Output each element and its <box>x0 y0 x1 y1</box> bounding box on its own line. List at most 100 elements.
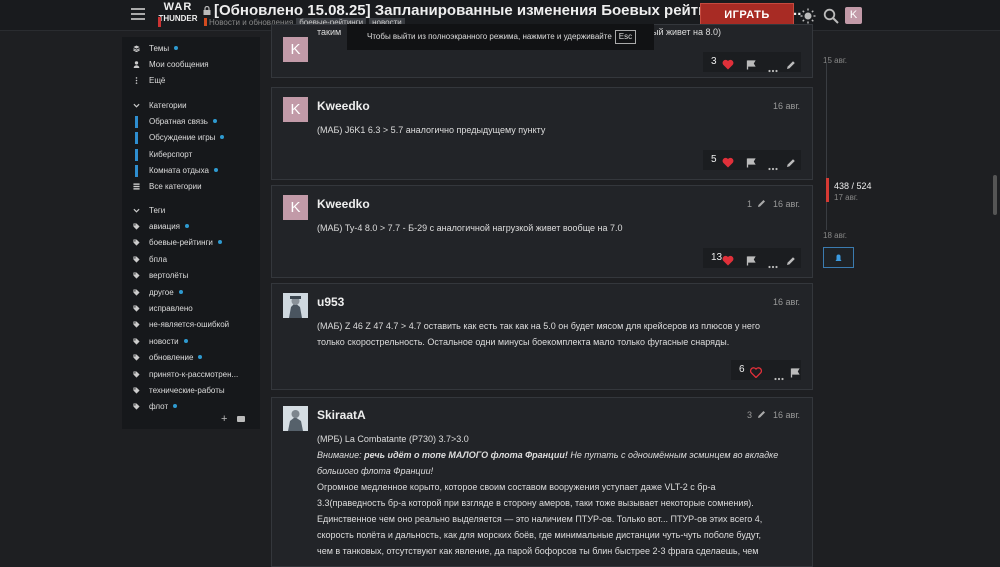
sidebar-item-category[interactable]: Обратная связь <box>122 115 260 129</box>
sidebar-item-category[interactable]: Обсуждение игры <box>122 131 260 145</box>
post-text-line: чем в танковых, отсутствуют как явление,… <box>317 546 759 556</box>
tag-icon <box>133 256 140 263</box>
post-username[interactable]: Kweedko <box>317 197 370 211</box>
post-actions: 13 <box>703 248 804 269</box>
sidebar-item-tag[interactable]: бпла <box>122 253 260 267</box>
edit-history[interactable]: 1 <box>747 199 766 209</box>
sidebar-item-category[interactable]: Комната отдыха <box>122 164 260 178</box>
sidebar-item-label: Обратная связь <box>149 115 217 129</box>
sidebar: Темы Мои сообщения Ещё Категории Обратна… <box>122 37 260 429</box>
sidebar-item-my-posts[interactable]: Мои сообщения <box>122 58 260 72</box>
more-button[interactable] <box>762 248 784 269</box>
sidebar-item-label: обновление <box>149 351 203 365</box>
sidebar-item-tag[interactable]: не-является-ошибкой <box>122 318 260 332</box>
avatar-photo-icon <box>283 293 308 318</box>
add-section-button[interactable]: + <box>221 413 227 425</box>
more-button[interactable] <box>768 360 790 381</box>
sidebar-item-tag[interactable]: авиация <box>122 220 260 234</box>
timeline-handle[interactable] <box>826 178 829 202</box>
flag-icon <box>746 256 756 266</box>
sidebar-item-tag[interactable]: исправлено <box>122 302 260 316</box>
sidebar-item-label: Все категории <box>149 182 202 191</box>
category-color-bar <box>135 149 138 161</box>
like-count: 5 <box>711 154 717 165</box>
scrollbar-thumb[interactable] <box>993 175 997 215</box>
flag-button[interactable] <box>740 248 762 268</box>
new-dot <box>214 168 218 172</box>
sidebar-item-all-categories[interactable]: Все категории <box>122 180 260 194</box>
sidebar-item-more[interactable]: Ещё <box>122 74 260 88</box>
sidebar-item-tag[interactable]: новости <box>122 335 260 349</box>
keyboard-icon[interactable] <box>237 416 245 422</box>
more-button[interactable] <box>762 52 784 73</box>
post-avatar[interactable] <box>283 406 308 431</box>
post-date[interactable]: 16 авг. <box>773 410 800 420</box>
like-button[interactable] <box>720 52 742 72</box>
edit-count: 1 <box>747 199 753 209</box>
user-icon <box>133 61 140 68</box>
chevron-down-icon <box>133 103 140 108</box>
category-color-bar <box>204 18 207 26</box>
like-button[interactable] <box>720 150 742 170</box>
flag-button[interactable] <box>740 52 762 72</box>
hamburger-menu-icon[interactable] <box>131 8 145 20</box>
post: K Kweedko 16 авг. (МАБ) J6K1 6.3 > 5.7 а… <box>271 87 813 180</box>
new-dot <box>183 338 188 343</box>
sidebar-item-category[interactable]: Киберспорт <box>122 148 260 162</box>
tag-icon <box>133 223 140 230</box>
edit-button[interactable] <box>782 248 804 268</box>
sidebar-item-tag[interactable]: технические-работы <box>122 384 260 398</box>
edit-button[interactable] <box>782 52 804 72</box>
sidebar-item-label: Темы <box>149 42 179 56</box>
war-thunder-logo[interactable]: WAR THUNDER <box>156 2 200 28</box>
sidebar-section-tags[interactable]: Теги <box>122 204 260 218</box>
sidebar-item-topics[interactable]: Темы <box>122 42 260 56</box>
post-username[interactable]: Kweedko <box>317 99 370 113</box>
post-avatar[interactable]: K <box>283 195 308 220</box>
sidebar-item-tag[interactable]: боевые-рейтинги <box>122 236 260 250</box>
pencil-icon <box>757 411 765 418</box>
post-date[interactable]: 16 авг. <box>773 297 800 307</box>
warning-rest: Не путать с одноимённым эсминцем во вкла… <box>567 450 779 460</box>
timeline-track[interactable] <box>826 62 827 230</box>
like-button[interactable] <box>748 360 770 380</box>
new-dot <box>185 224 189 228</box>
sidebar-item-tag[interactable]: вертолёты <box>122 269 260 283</box>
sidebar-item-tag[interactable]: флот <box>122 400 260 414</box>
esc-key-badge: Esc <box>614 30 637 44</box>
edit-history[interactable]: 3 <box>747 410 766 420</box>
warning-bold: речь идёт о топе МАЛОГО флота Франции! <box>364 450 568 460</box>
topic-timeline[interactable]: 15 авг. 438 / 524 17 авг. 18 авг. <box>822 0 892 562</box>
flag-button[interactable] <box>740 150 762 170</box>
sidebar-item-tag[interactable]: другое <box>122 286 260 300</box>
notification-button[interactable] <box>823 247 854 268</box>
sidebar-item-tag[interactable]: принято-к-рассмотрен... <box>122 368 260 382</box>
post-text: таким <box>317 27 342 37</box>
post-avatar[interactable]: K <box>283 97 308 122</box>
post-username[interactable]: SkiraatA <box>317 408 366 422</box>
more-button[interactable] <box>762 150 784 171</box>
edit-icon <box>787 257 795 265</box>
avatar-photo-icon <box>283 406 308 431</box>
post-text-line: (МАБ) Z 46 Z 47 4.7 > 4.7 оставить как е… <box>317 321 760 331</box>
post-avatar[interactable]: K <box>283 37 308 62</box>
timeline-position-date: 17 авг. <box>834 193 858 202</box>
timeline-position: 438 / 524 <box>834 181 872 191</box>
theme-sun-icon[interactable] <box>800 8 816 24</box>
heart-icon <box>749 367 763 379</box>
post-username[interactable]: u953 <box>317 295 344 309</box>
sidebar-item-tag[interactable]: обновление <box>122 351 260 365</box>
post-date[interactable]: 16 авг. <box>773 101 800 111</box>
post-date[interactable]: 16 авг. <box>773 199 800 209</box>
timeline-end-date[interactable]: 18 авг. <box>823 231 847 240</box>
heart-icon <box>722 59 734 70</box>
edit-button[interactable] <box>782 150 804 170</box>
post-text-line: 3.3(праведность бр-а которой при взгляде… <box>317 498 754 508</box>
like-button[interactable] <box>720 248 742 268</box>
sidebar-section-categories[interactable]: Категории <box>122 99 260 113</box>
post-avatar[interactable] <box>283 293 308 318</box>
section-heading: Категории <box>149 101 187 110</box>
flag-icon <box>746 60 756 70</box>
more-vertical-icon <box>135 77 138 84</box>
more-icon <box>768 265 778 269</box>
